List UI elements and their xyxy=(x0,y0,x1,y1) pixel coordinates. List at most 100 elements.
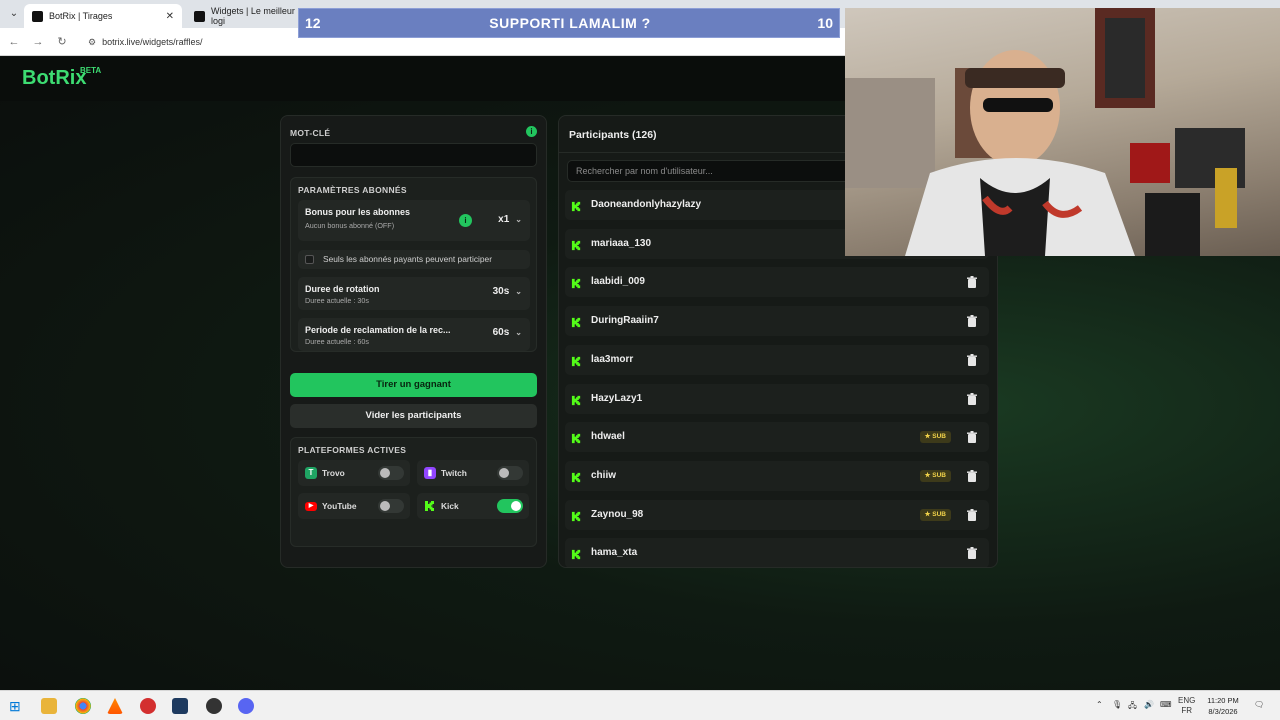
platform-name: Twitch xyxy=(441,468,467,478)
sub-badge-label: SUB xyxy=(932,471,946,479)
kick-icon xyxy=(571,470,582,482)
delete-participant-trash-icon[interactable] xyxy=(965,430,979,444)
paid-only-checkbox[interactable] xyxy=(305,255,314,264)
keyword-label: MOT-CLÉ xyxy=(290,128,331,138)
delete-participant-trash-icon[interactable] xyxy=(965,353,979,367)
close-tab-icon[interactable]: ✕ xyxy=(166,11,174,22)
lang-bottom: FR xyxy=(1181,706,1192,715)
rotation-select[interactable]: 30s ⌄ xyxy=(493,286,522,297)
youtube-icon: ▶ xyxy=(305,502,317,511)
obs-icon[interactable] xyxy=(206,698,222,714)
chevron-down-icon: ⌄ xyxy=(515,215,522,224)
kick-toggle[interactable] xyxy=(497,499,523,513)
app-red-icon[interactable] xyxy=(140,698,156,714)
participant-name: DuringRaaiin7 xyxy=(591,315,659,327)
bonus-select[interactable]: x1 ⌄ xyxy=(498,214,522,225)
twitch-toggle[interactable] xyxy=(497,466,523,480)
windows-taskbar: ⊞ ⌃ 🎙 🖧 🔊 ⌨ ENG FR 11:20 PM 8/3/2026 🗨 xyxy=(0,690,1280,720)
participant-row: laabidi_009 xyxy=(565,267,989,298)
chrome-icon[interactable] xyxy=(75,698,91,714)
delete-participant-trash-icon[interactable] xyxy=(965,314,979,328)
participant-name: hama_xta xyxy=(591,547,638,559)
platforms-title: PLATEFORMES ACTIVES xyxy=(298,445,407,455)
delete-participant-trash-icon[interactable] xyxy=(965,392,979,406)
paid-only-label: Seuls les abonnés payants peuvent partic… xyxy=(323,254,493,264)
toggle-knob xyxy=(511,501,521,511)
kick-icon xyxy=(571,354,582,366)
chevron-down-icon: ⌄ xyxy=(515,328,522,337)
toggle-knob xyxy=(499,468,509,478)
participant-row: Zaynou_98 ★ SUB xyxy=(565,499,989,530)
vlc-icon[interactable] xyxy=(107,698,123,714)
banner-text: SUPPORTI LAMALIM ? xyxy=(489,15,651,31)
sub-badge: ★ SUB xyxy=(919,431,951,444)
tray-chevron-icon[interactable]: ⌃ xyxy=(1096,700,1103,709)
back-icon[interactable]: ← xyxy=(6,34,22,50)
kick-icon xyxy=(571,276,582,289)
file-explorer-icon[interactable] xyxy=(41,698,57,714)
draw-winner-button[interactable]: Tirer un gagnant xyxy=(290,373,537,397)
platform-name: Trovo xyxy=(322,468,345,478)
widgets-favicon-icon xyxy=(194,10,205,22)
lang-top: ENG xyxy=(1178,696,1196,705)
tab-search-chevron-icon[interactable]: ⌄ xyxy=(6,6,22,22)
participant-row: HazyLazy1 xyxy=(565,383,989,414)
bonus-label: Bonus pour les abonnes xyxy=(305,207,411,217)
participant-name: laabidi_009 xyxy=(591,276,645,288)
kick-icon xyxy=(425,501,434,511)
tab-title: BotRix | Tirages xyxy=(49,11,113,21)
platform-kick: Kick xyxy=(417,493,529,519)
discord-icon[interactable] xyxy=(238,698,254,714)
delete-participant-trash-icon[interactable] xyxy=(965,469,979,483)
delete-participant-trash-icon[interactable] xyxy=(965,508,979,522)
participant-row: hama_xta xyxy=(565,538,989,567)
kick-icon xyxy=(571,547,582,560)
bonus-value: x1 xyxy=(498,214,510,225)
delete-participant-trash-icon[interactable] xyxy=(965,275,979,289)
youtube-toggle[interactable] xyxy=(378,499,404,513)
windows-start-icon[interactable]: ⊞ xyxy=(9,698,25,714)
browser-tab-active[interactable]: BotRix | Tirages ✕ xyxy=(24,4,182,28)
reload-icon[interactable]: ↻ xyxy=(54,34,70,50)
paid-only-row[interactable]: Seuls les abonnés payants peuvent partic… xyxy=(298,250,530,269)
trovo-icon: T xyxy=(305,467,317,479)
keyboard-icon[interactable]: ⌨ xyxy=(1160,700,1172,709)
bonus-info-icon[interactable]: i xyxy=(459,214,472,227)
twitch-icon: ▮ xyxy=(424,467,436,479)
toggle-knob xyxy=(380,501,390,511)
botrix-favicon-icon xyxy=(32,10,43,22)
sub-badge: ★ SUB xyxy=(919,469,951,482)
clock[interactable]: 11:20 PM 8/3/2026 xyxy=(1200,695,1246,717)
claim-subtitle: Duree actuelle : 60s xyxy=(305,337,369,346)
toggle-knob xyxy=(380,468,390,478)
stream-poll-banner: 12 SUPPORTI LAMALIM ? 10 xyxy=(298,8,840,38)
participant-row: laa3morr xyxy=(565,344,989,375)
delete-participant-trash-icon[interactable] xyxy=(965,546,979,560)
league-icon[interactable] xyxy=(172,698,188,714)
rotation-subtitle: Duree actuelle : 30s xyxy=(305,296,369,305)
kick-icon xyxy=(571,509,582,521)
volume-icon[interactable]: 🔊 xyxy=(1144,700,1154,709)
kick-icon xyxy=(571,238,582,250)
network-icon[interactable]: 🖧 xyxy=(1128,700,1137,714)
clock-time: 11:20 PM xyxy=(1207,696,1239,705)
browser-tab[interactable]: Widgets | Le meilleur logi xyxy=(186,4,306,28)
chevron-down-icon: ⌄ xyxy=(515,287,522,296)
botrix-logo[interactable]: BotRix xyxy=(22,67,86,90)
notifications-icon[interactable]: 🗨 xyxy=(1254,700,1264,709)
kick-icon xyxy=(571,315,582,328)
microphone-icon[interactable]: 🎙 xyxy=(1112,700,1122,709)
language-indicator[interactable]: ENG FR xyxy=(1178,696,1195,716)
claim-label: Periode de reclamation de la rec... xyxy=(305,325,451,335)
clear-participants-button[interactable]: Vider les participants xyxy=(290,404,537,428)
trovo-toggle[interactable] xyxy=(378,466,404,480)
keyword-input[interactable] xyxy=(290,143,537,167)
platform-youtube: ▶ YouTube xyxy=(298,493,410,519)
site-info-icon[interactable]: ⚙ xyxy=(88,32,96,52)
kick-icon xyxy=(571,431,582,444)
beta-badge: BETA xyxy=(80,66,102,75)
keyword-info-icon[interactable]: i xyxy=(526,126,537,137)
forward-icon[interactable]: → xyxy=(30,34,46,50)
claim-select[interactable]: 60s ⌄ xyxy=(493,327,522,338)
participants-title: Participants (126) xyxy=(569,129,657,141)
